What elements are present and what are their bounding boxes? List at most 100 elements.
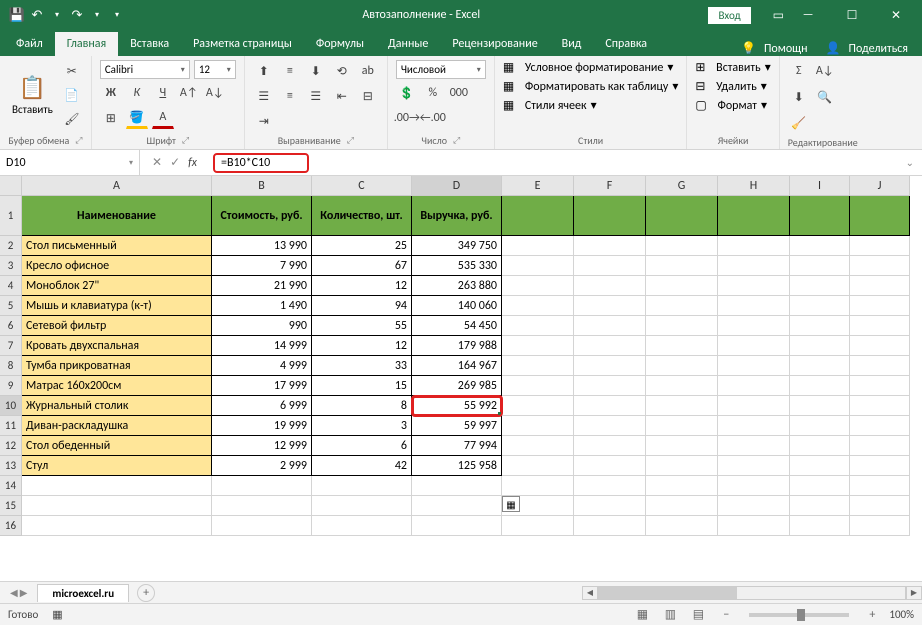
qty-cell[interactable]: 33	[312, 356, 412, 376]
hscroll-right-icon[interactable]: ▶	[906, 586, 922, 600]
name-cell[interactable]: Кресло офисное	[22, 256, 212, 276]
format-cells-button[interactable]: ▢ Формат▾	[695, 98, 770, 113]
paste-button[interactable]: 📋 Вставить	[8, 72, 57, 118]
increase-decimal-button[interactable]: .00→	[396, 107, 418, 129]
qty-cell[interactable]: 67	[312, 256, 412, 276]
align-right-button[interactable]: ☰	[305, 85, 327, 107]
align-top-button[interactable]: ⬆	[253, 60, 275, 82]
underline-button[interactable]: Ч	[152, 82, 174, 104]
col-header-H[interactable]: H	[718, 176, 790, 196]
fill-color-button[interactable]: 🪣	[126, 107, 148, 129]
horizontal-scrollbar[interactable]: ◀ ▶	[582, 585, 922, 601]
name-cell[interactable]: Тумба прикроватная	[22, 356, 212, 376]
header-cell[interactable]: Выручка, руб.	[412, 196, 502, 236]
price-cell[interactable]: 7 990	[212, 256, 312, 276]
price-cell[interactable]: 14 999	[212, 336, 312, 356]
qty-cell[interactable]: 6	[312, 436, 412, 456]
col-header-E[interactable]: E	[502, 176, 574, 196]
qty-cell[interactable]: 8	[312, 396, 412, 416]
comma-button[interactable]: 000	[448, 82, 470, 104]
align-center-button[interactable]: ≡	[279, 85, 301, 107]
hscroll-left-icon[interactable]: ◀	[582, 586, 598, 600]
zoom-level[interactable]: 100%	[889, 608, 914, 621]
copy-button[interactable]: 📄	[61, 84, 83, 106]
format-as-table-button[interactable]: ▦ Форматировать как таблицу▾	[503, 79, 679, 94]
zoom-in-button[interactable]: +	[861, 606, 883, 624]
tab-data[interactable]: Данные	[376, 32, 440, 56]
price-cell[interactable]: 6 999	[212, 396, 312, 416]
price-cell[interactable]: 12 999	[212, 436, 312, 456]
redo-dd-icon[interactable]: ▾	[88, 6, 106, 24]
enter-formula-icon[interactable]: ✓	[170, 155, 180, 170]
qty-cell[interactable]: 12	[312, 336, 412, 356]
find-button[interactable]: 🔍	[814, 86, 836, 108]
tell-me-label[interactable]: Помощн	[764, 42, 808, 56]
row-header-8[interactable]: 8	[0, 356, 22, 376]
revenue-cell[interactable]: 140 060	[412, 296, 502, 316]
header-cell[interactable]: Стоимость, руб.	[212, 196, 312, 236]
price-cell[interactable]: 17 999	[212, 376, 312, 396]
cancel-formula-icon[interactable]: ✕	[152, 155, 162, 170]
revenue-cell[interactable]: 349 750	[412, 236, 502, 256]
decrease-decimal-button[interactable]: ←.00	[422, 107, 444, 129]
macro-record-icon[interactable]: ▦	[52, 608, 62, 621]
bold-button[interactable]: Ж	[100, 82, 122, 104]
normal-view-button[interactable]: ▦	[631, 606, 653, 624]
name-cell[interactable]: Мышь и клавиатура (к-т)	[22, 296, 212, 316]
decrease-font-button[interactable]: A↓	[204, 82, 226, 104]
price-cell[interactable]: 2 999	[212, 456, 312, 476]
font-family-dropdown[interactable]: Calibri▾	[100, 60, 190, 79]
wrap-text-button[interactable]: ab	[357, 60, 379, 82]
align-middle-button[interactable]: ≡	[279, 60, 301, 82]
qty-cell[interactable]: 55	[312, 316, 412, 336]
row-header-14[interactable]: 14	[0, 476, 22, 496]
tab-file[interactable]: Файл	[4, 32, 55, 56]
font-size-dropdown[interactable]: 12▾	[194, 60, 236, 79]
row-header-10[interactable]: 10	[0, 396, 22, 416]
qat-customize-icon[interactable]: ▾	[108, 6, 126, 24]
login-button[interactable]: Вход	[708, 7, 750, 24]
revenue-cell[interactable]: 54 450	[412, 316, 502, 336]
clipboard-dialog-icon[interactable]: ⤢	[75, 135, 82, 146]
revenue-cell[interactable]: 263 880	[412, 276, 502, 296]
tab-insert[interactable]: Вставка	[118, 32, 181, 56]
sheet-nav-next-icon[interactable]: ▶	[20, 586, 28, 599]
select-all-corner[interactable]	[0, 176, 22, 196]
price-cell[interactable]: 4 999	[212, 356, 312, 376]
delete-cells-button[interactable]: ⊟ Удалить▾	[695, 79, 770, 94]
revenue-cell[interactable]: 77 994	[412, 436, 502, 456]
insert-cells-button[interactable]: ⊞ Вставить▾	[695, 60, 770, 75]
clear-button[interactable]: 🧹	[788, 112, 810, 134]
autofill-options-button[interactable]: ▦	[502, 496, 520, 512]
price-cell[interactable]: 990	[212, 316, 312, 336]
qty-cell[interactable]: 12	[312, 276, 412, 296]
namebox-dd-icon[interactable]: ▾	[129, 158, 133, 168]
minimize-button[interactable]: —	[788, 0, 828, 30]
col-header-G[interactable]: G	[646, 176, 718, 196]
row-header-4[interactable]: 4	[0, 276, 22, 296]
header-cell[interactable]: Количество, шт.	[312, 196, 412, 236]
increase-font-button[interactable]: A↑	[178, 82, 200, 104]
tab-review[interactable]: Рецензирование	[440, 32, 549, 56]
row-header-7[interactable]: 7	[0, 336, 22, 356]
revenue-cell[interactable]: 269 985	[412, 376, 502, 396]
font-color-button[interactable]: A	[152, 107, 174, 129]
row-header-5[interactable]: 5	[0, 296, 22, 316]
merge-button[interactable]: ⊟	[357, 85, 379, 107]
increase-indent-button[interactable]: ⇥	[253, 110, 275, 132]
font-dialog-icon[interactable]: ⤢	[182, 135, 189, 146]
name-cell[interactable]: Стол обеденный	[22, 436, 212, 456]
decrease-indent-button[interactable]: ⇤	[331, 85, 353, 107]
qty-cell[interactable]: 94	[312, 296, 412, 316]
row-header-13[interactable]: 13	[0, 456, 22, 476]
name-box-input[interactable]	[6, 156, 96, 170]
cut-button[interactable]: ✂	[61, 60, 83, 82]
col-header-B[interactable]: B	[212, 176, 312, 196]
sort-filter-button[interactable]: A↓	[814, 60, 836, 82]
zoom-slider[interactable]	[749, 613, 849, 617]
name-cell[interactable]: Стул	[22, 456, 212, 476]
name-cell[interactable]: Моноблок 27"	[22, 276, 212, 296]
name-cell[interactable]: Диван-раскладушка	[22, 416, 212, 436]
format-painter-button[interactable]: 🖌	[61, 108, 83, 130]
borders-button[interactable]: ⊞	[100, 107, 122, 129]
